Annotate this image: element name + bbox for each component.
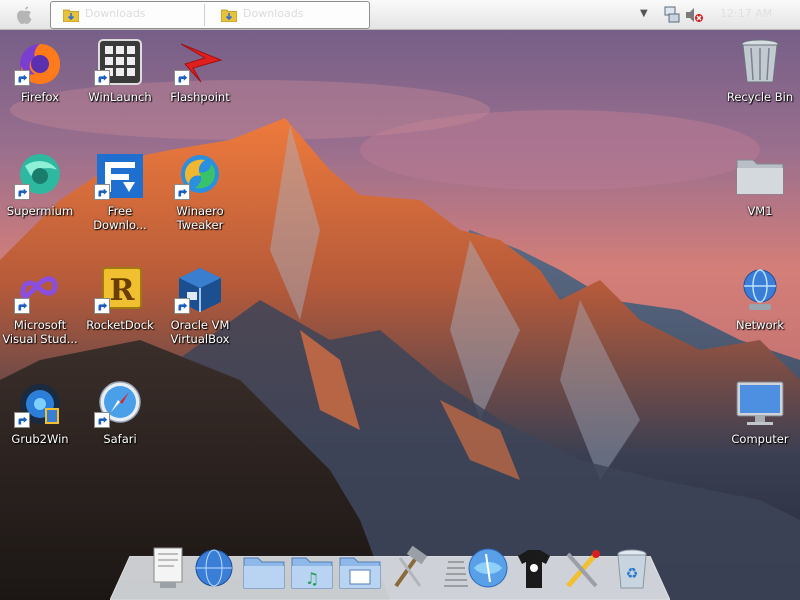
clock[interactable]: 12:17 AM <box>720 7 772 20</box>
svg-text:♫: ♫ <box>305 569 319 588</box>
tools-hammer-icon[interactable] <box>386 546 430 592</box>
top-menubar: Downloads Downloads ▼ 12:17 AM <box>0 0 800 30</box>
computer-monitor-icon <box>736 381 784 425</box>
shortcut-arrow-icon <box>94 298 110 314</box>
chevron-down-icon[interactable]: ▼ <box>640 8 648 19</box>
shortcut-arrow-icon <box>14 70 30 86</box>
shortcut-arrow-icon <box>94 70 110 86</box>
taskbar-button-downloads-1[interactable]: Downloads <box>55 4 205 26</box>
browser-globe-icon[interactable] <box>466 546 510 592</box>
apple-logo-icon[interactable] <box>10 3 38 27</box>
folder-download-icon <box>63 9 79 22</box>
shortcut-arrow-icon <box>174 298 190 314</box>
system-tray: ▼ 12:17 AM <box>630 0 800 30</box>
desktop-icon-visual-studio[interactable]: Microsoft Visual Stud... <box>0 266 80 356</box>
music-folder-icon[interactable]: ♫ <box>290 546 334 592</box>
desktop-icon-computer[interactable]: Computer <box>720 380 800 470</box>
shortcut-arrow-icon <box>14 184 30 200</box>
network-tray-icon[interactable] <box>664 6 680 24</box>
desktop-icon-label: Recycle Bin <box>726 90 794 104</box>
desktop-icon-recycle-bin[interactable]: Recycle Bin <box>720 38 800 128</box>
desktop-icon-winlaunch[interactable]: WinLaunch <box>80 38 160 128</box>
taskbar-button-label: Downloads <box>85 7 146 20</box>
svg-text:♻: ♻ <box>626 566 639 582</box>
desktop-icon-network[interactable]: Network <box>720 266 800 356</box>
desktop-icon-vm1[interactable]: VM1 <box>720 152 800 242</box>
desktop-icon-safari[interactable]: Safari <box>80 380 160 470</box>
desktop-icon-label: Microsoft Visual Stud... <box>2 318 78 346</box>
preview-document-icon[interactable] <box>146 546 190 592</box>
desktop-icon-label: Free Downlo... <box>93 204 147 232</box>
desktop-icon-virtualbox[interactable]: Oracle VM VirtualBox <box>160 266 240 356</box>
pictures-folder-icon[interactable] <box>338 546 382 592</box>
tshirt-icon[interactable] <box>512 546 556 592</box>
volume-muted-icon[interactable] <box>684 6 704 24</box>
desktop-icon-label: Supermium <box>6 204 74 218</box>
desktop-icon-label: RocketDock <box>86 318 154 332</box>
network-globe-icon[interactable] <box>192 546 236 592</box>
network-globe-icon <box>743 269 777 310</box>
desktop-icon-supermium[interactable]: Supermium <box>0 152 80 242</box>
desktop-icon-label: VM1 <box>747 204 773 218</box>
folder-icon <box>736 159 784 195</box>
utilities-tools-icon[interactable] <box>560 546 604 592</box>
taskbar-button-label: Downloads <box>243 7 304 20</box>
desktop-icon-label: Safari <box>103 432 137 446</box>
taskbar-button-downloads-2[interactable]: Downloads <box>213 4 363 26</box>
desktop-icon-flashpoint[interactable]: Flashpoint <box>160 38 240 128</box>
shortcut-arrow-icon <box>94 184 110 200</box>
desktop-icon-label: Winaero Tweaker <box>176 204 224 232</box>
desktop-icon-label: WinLaunch <box>88 90 152 104</box>
desktop-icon-label: Oracle VM VirtualBox <box>170 318 230 346</box>
desktop-icon-free-download-manager[interactable]: Free Downlo... <box>80 152 160 242</box>
shortcut-arrow-icon <box>174 70 190 86</box>
desktop-icon-grub2win[interactable]: Grub2Win <box>0 380 80 470</box>
desktop-icon-label: Grub2Win <box>11 432 69 446</box>
desktop-icon-label: Network <box>735 318 785 332</box>
trash-icon[interactable]: ♻ <box>610 546 654 592</box>
recycle-bin-icon <box>741 39 779 83</box>
desktop-icon-label: Flashpoint <box>170 90 230 104</box>
desktop-icon-label: Firefox <box>20 90 60 104</box>
folder-download-icon <box>221 9 237 22</box>
shortcut-arrow-icon <box>94 412 110 428</box>
shortcut-arrow-icon <box>14 298 30 314</box>
desktop-icon-rocketdock[interactable]: R RocketDock <box>80 266 160 356</box>
shortcut-arrow-icon <box>14 412 30 428</box>
desktop-icon-winaero-tweaker[interactable]: Winaero Tweaker <box>160 152 240 242</box>
taskbar-strip: Downloads Downloads <box>50 1 370 29</box>
shortcut-arrow-icon <box>174 184 190 200</box>
svg-text:R: R <box>110 273 136 308</box>
folder-icon[interactable] <box>242 546 286 592</box>
desktop-icon-label: Computer <box>731 432 789 446</box>
desktop-icon-firefox[interactable]: Firefox <box>0 38 80 128</box>
